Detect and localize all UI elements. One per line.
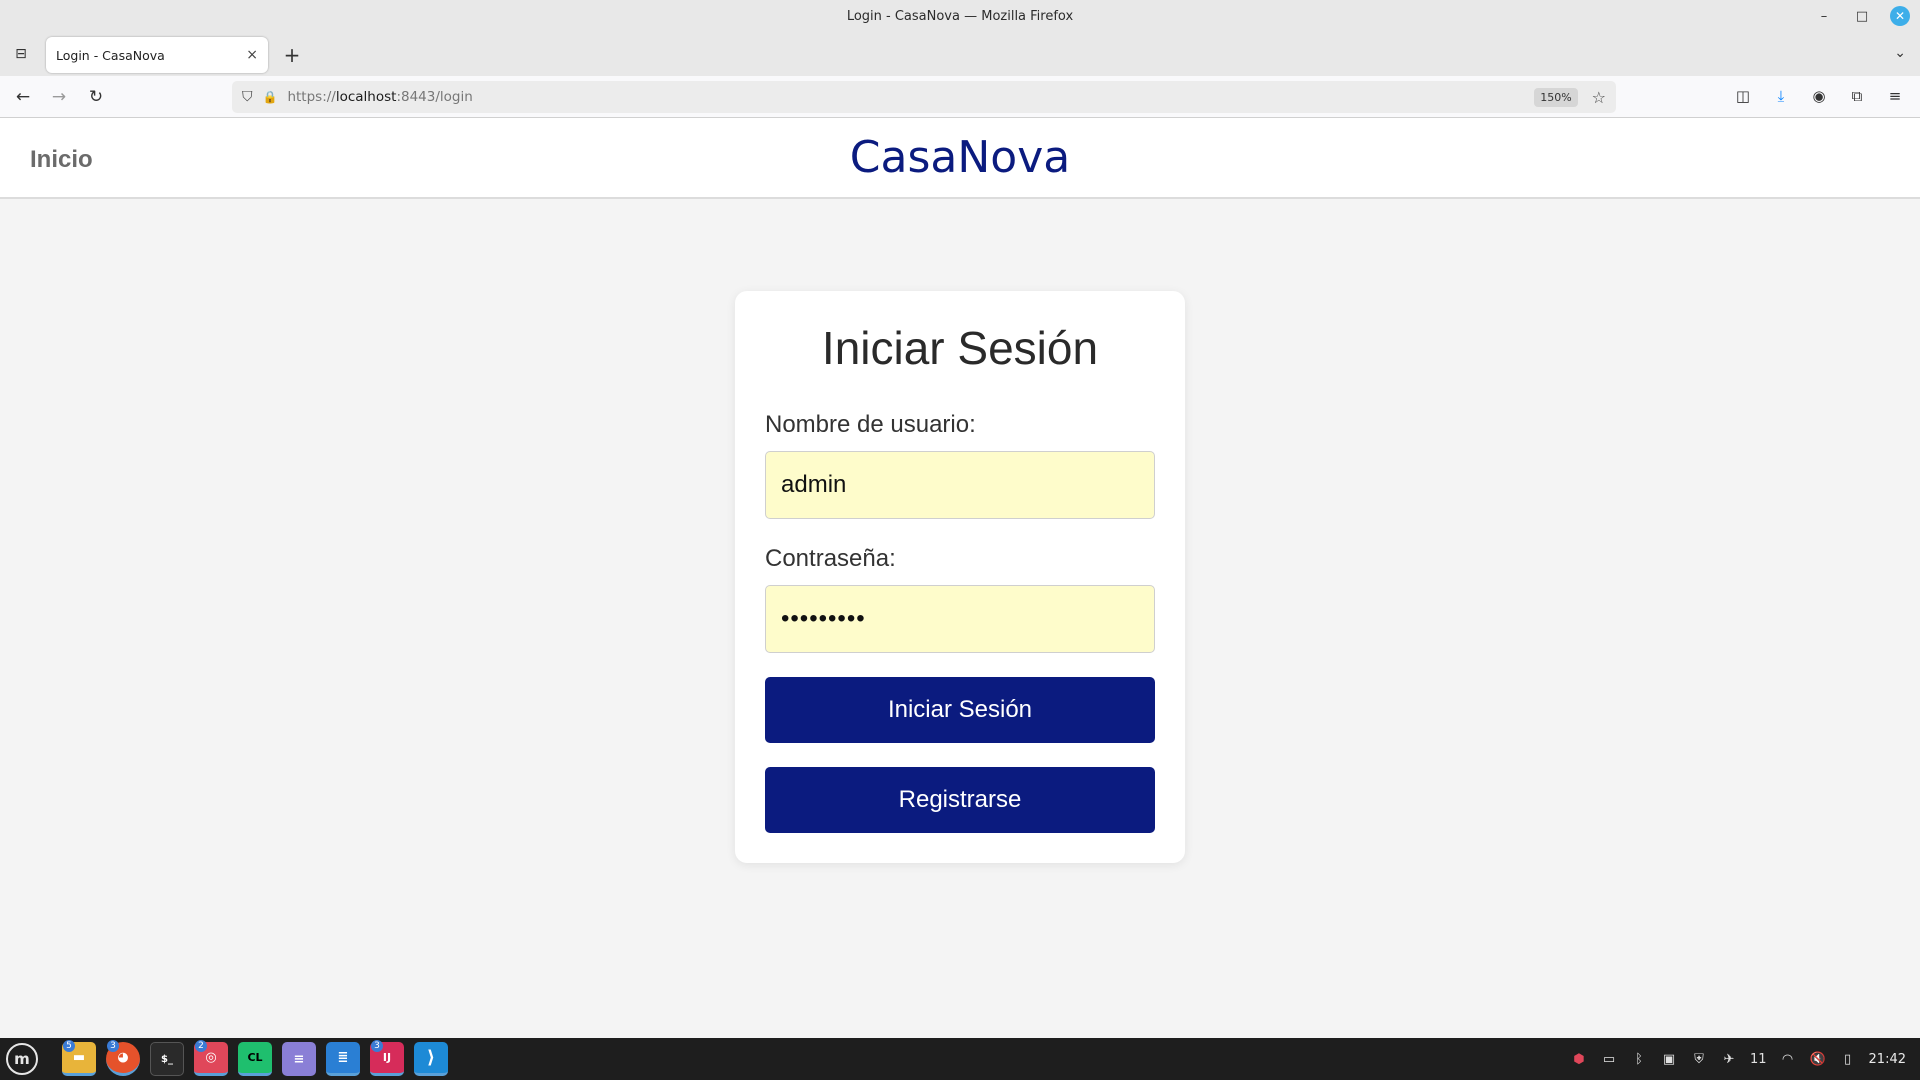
register-button[interactable]: Registrarse <box>765 767 1155 833</box>
writer-glyph: ≣ <box>337 1050 349 1065</box>
shield-tray-icon[interactable]: ⛨ <box>1690 1052 1708 1067</box>
files-badge: 5 <box>63 1040 75 1052</box>
new-tab-icon[interactable]: + <box>280 43 304 67</box>
intellij-badge: 3 <box>371 1040 383 1052</box>
clock[interactable]: 21:42 <box>1869 1052 1906 1067</box>
window-title: Login - CasaNova — Mozilla Firefox <box>846 9 1074 24</box>
menu-icon[interactable]: ≡ <box>1884 85 1906 107</box>
intellij-app-icon[interactable]: 3 IJ <box>370 1040 404 1076</box>
url-bar[interactable]: ⛉ 🔒 https://localhost:8443/login 150% ☆ <box>232 81 1616 113</box>
window-controls: – □ ✕ <box>1814 6 1910 26</box>
url-text[interactable]: https://localhost:8443/login <box>287 89 1534 105</box>
firefox-app-icon[interactable]: 3 ◕ <box>106 1040 140 1076</box>
login-title: Iniciar Sesión <box>821 322 1099 374</box>
tab-strip: ⊟ Login - CasaNova × + ⌄ <box>0 33 1920 76</box>
reader-app-icon[interactable]: 2 ◎ <box>194 1040 228 1076</box>
tab-overflow-icon[interactable]: ⌄ <box>1894 45 1906 61</box>
vscode-glyph: ⟩ <box>426 1047 436 1068</box>
firefox-glyph: ◕ <box>117 1050 129 1065</box>
firefox-badge: 3 <box>107 1040 119 1052</box>
home-link[interactable]: Inicio <box>30 146 93 174</box>
volume-level: 11 <box>1749 1051 1767 1067</box>
wifi-icon[interactable]: ◠ <box>1779 1052 1797 1067</box>
maximize-icon[interactable]: □ <box>1852 6 1872 26</box>
password-label: Contraseña: <box>765 545 896 572</box>
intellij-glyph: IJ <box>382 1051 392 1064</box>
download-icon[interactable]: ⤓ <box>1770 85 1792 107</box>
mute-icon[interactable]: 🔇 <box>1809 1052 1827 1067</box>
login-button[interactable]: Iniciar Sesión <box>765 677 1155 743</box>
taskbar: m 5 ▬ 3 ◕ $_ 2 ◎ CL ≡ ≣ 3 IJ ⟩ ⬢ ▭ ᛒ ▣ ⛨… <box>0 1038 1920 1080</box>
clion-app-icon[interactable]: CL <box>238 1042 272 1076</box>
pocket-icon[interactable]: ◫ <box>1732 85 1754 107</box>
notes-glyph: ≡ <box>293 1051 305 1067</box>
password-input[interactable] <box>765 585 1155 653</box>
terminal-app-icon[interactable]: $_ <box>150 1042 184 1076</box>
tab-close-icon[interactable]: × <box>246 47 258 63</box>
terminal-glyph: $_ <box>161 1053 173 1065</box>
shield-icon[interactable]: ⛉ <box>242 89 253 105</box>
vscode-app-icon[interactable]: ⟩ <box>414 1042 448 1076</box>
nav-bar: ← → ↻ ⛉ 🔒 https://localhost:8443/login 1… <box>0 76 1920 118</box>
back-icon[interactable]: ← <box>11 85 35 109</box>
reader-glyph: ◎ <box>205 1050 217 1065</box>
username-input[interactable] <box>765 451 1155 519</box>
system-tray: ⬢ ▭ ᛒ ▣ ⛨ ✈ 11 ◠ 🔇 ▯ 21:42 <box>1570 1038 1906 1080</box>
url-host: localhost <box>335 89 397 105</box>
window-titlebar: Login - CasaNova — Mozilla Firefox – □ ✕ <box>0 0 1920 33</box>
username-label: Nombre de usuario: <box>765 411 976 438</box>
login-card: Iniciar Sesión Nombre de usuario: Contra… <box>735 291 1185 863</box>
site-header: Inicio CasaNova <box>0 118 1920 199</box>
lock-icon[interactable]: 🔒 <box>263 90 278 104</box>
battery-icon[interactable]: ▯ <box>1839 1052 1857 1067</box>
close-window-icon[interactable]: ✕ <box>1890 6 1910 26</box>
start-menu-icon[interactable]: m <box>6 1043 38 1075</box>
site-brand: CasaNova <box>849 132 1071 183</box>
files-app-icon[interactable]: 5 ▬ <box>62 1040 96 1076</box>
extensions-icon[interactable]: ⧉ <box>1846 85 1868 107</box>
drive-icon[interactable]: ▭ <box>1600 1052 1618 1067</box>
files-glyph: ▬ <box>72 1050 86 1065</box>
clipboard-icon[interactable]: ▣ <box>1660 1052 1678 1067</box>
zoom-badge[interactable]: 150% <box>1534 87 1578 107</box>
minimize-icon[interactable]: – <box>1814 6 1834 26</box>
url-path: :8443/login <box>396 89 473 105</box>
url-scheme: https:// <box>287 89 336 105</box>
writer-app-icon[interactable]: ≣ <box>326 1042 360 1076</box>
reload-icon[interactable]: ↻ <box>84 85 108 109</box>
bluetooth-icon[interactable]: ᛒ <box>1630 1052 1648 1067</box>
tab-login[interactable]: Login - CasaNova × <box>46 37 268 73</box>
tray-app-icon[interactable]: ⬢ <box>1570 1052 1588 1067</box>
forward-icon[interactable]: → <box>47 85 71 109</box>
reader-badge: 2 <box>195 1040 207 1052</box>
account-icon[interactable]: ◉ <box>1808 85 1830 107</box>
notes-app-icon[interactable]: ≡ <box>282 1042 316 1076</box>
tab-list-icon[interactable]: ⊟ <box>10 43 32 65</box>
update-icon[interactable]: ✈ <box>1720 1052 1738 1067</box>
clion-glyph: CL <box>247 1051 263 1064</box>
toolbar-right: ◫ ⤓ ◉ ⧉ ≡ <box>1732 85 1906 107</box>
tab-title: Login - CasaNova <box>56 47 165 63</box>
bookmark-star-icon[interactable]: ☆ <box>1592 88 1606 107</box>
